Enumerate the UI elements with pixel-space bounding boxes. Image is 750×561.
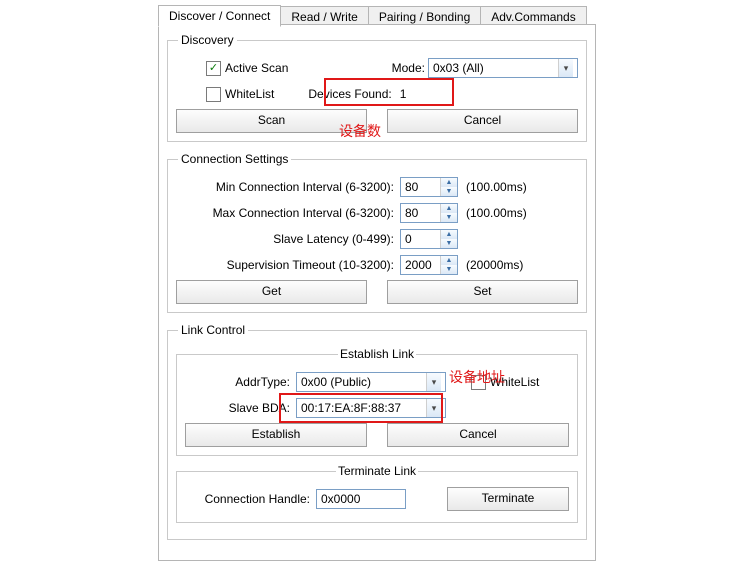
connection-settings-group: Connection Settings Min Connection Inter…: [167, 152, 587, 313]
max-conn-label: Max Connection Interval (6-3200):: [176, 206, 400, 220]
sup-timeout-hint: (20000ms): [466, 258, 523, 272]
terminate-link-legend: Terminate Link: [336, 464, 418, 478]
devices-found-label: Devices Found:: [308, 87, 391, 101]
whitelist-label: WhiteList: [225, 87, 274, 101]
spinner-down-icon[interactable]: ▼: [441, 187, 457, 196]
link-whitelist-label: WhiteList: [490, 375, 539, 389]
max-conn-hint: (100.00ms): [466, 206, 527, 220]
spinner-up-icon[interactable]: ▲: [441, 178, 457, 187]
addr-type-value: 0x00 (Public): [301, 375, 371, 389]
slave-bda-value: 00:17:EA:8F:88:37: [301, 401, 401, 415]
chevron-down-icon: ▾: [558, 59, 573, 77]
chevron-down-icon: ▾: [426, 399, 441, 417]
discovery-legend: Discovery: [178, 33, 237, 47]
connection-settings-legend: Connection Settings: [178, 152, 291, 166]
link-control-legend: Link Control: [178, 323, 248, 337]
tab-discover-connect[interactable]: Discover / Connect: [158, 5, 281, 27]
slave-bda-combo[interactable]: 00:17:EA:8F:88:37 ▾: [296, 398, 446, 418]
min-conn-value: 80: [401, 180, 440, 194]
establish-button[interactable]: Establish: [185, 423, 367, 447]
set-button[interactable]: Set: [387, 280, 578, 304]
slave-latency-label: Slave Latency (0-499):: [176, 232, 400, 246]
slave-bda-label: Slave BDA:: [185, 401, 296, 415]
terminate-link-group: Terminate Link Connection Handle: 0x0000…: [176, 464, 578, 523]
conn-handle-input[interactable]: 0x0000: [316, 489, 406, 509]
link-control-group: Link Control Establish Link AddrType: 0x…: [167, 323, 587, 540]
scan-button[interactable]: Scan: [176, 109, 367, 133]
spinner-down-icon[interactable]: ▼: [441, 265, 457, 274]
spinner-up-icon[interactable]: ▲: [441, 256, 457, 265]
conn-handle-label: Connection Handle:: [185, 492, 316, 506]
mode-combo[interactable]: 0x03 (All) ▾: [428, 58, 578, 78]
addr-type-label: AddrType:: [185, 375, 296, 389]
terminate-button[interactable]: Terminate: [447, 487, 569, 511]
mode-label: Mode:: [392, 61, 425, 75]
chevron-down-icon: ▾: [426, 373, 441, 391]
conn-handle-value: 0x0000: [321, 492, 360, 506]
link-whitelist-checkbox[interactable]: [471, 375, 486, 390]
discovery-cancel-button[interactable]: Cancel: [387, 109, 578, 133]
min-conn-label: Min Connection Interval (6-3200):: [176, 180, 400, 194]
sup-timeout-label: Supervision Timeout (10-3200):: [176, 258, 400, 272]
spinner-down-icon[interactable]: ▼: [441, 213, 457, 222]
establish-link-legend: Establish Link: [338, 347, 416, 361]
min-conn-hint: (100.00ms): [466, 180, 527, 194]
slave-latency-spinner[interactable]: 0 ▲▼: [400, 229, 458, 249]
mode-value: 0x03 (All): [433, 61, 484, 75]
establish-link-group: Establish Link AddrType: 0x00 (Public) ▾…: [176, 347, 578, 456]
whitelist-checkbox[interactable]: [206, 87, 221, 102]
slave-latency-value: 0: [401, 232, 440, 246]
devices-found-value: 1: [400, 87, 407, 101]
spinner-up-icon[interactable]: ▲: [441, 204, 457, 213]
max-conn-value: 80: [401, 206, 440, 220]
spinner-down-icon[interactable]: ▼: [441, 239, 457, 248]
active-scan-label: Active Scan: [225, 61, 288, 75]
sup-timeout-spinner[interactable]: 2000 ▲▼: [400, 255, 458, 275]
tab-panel: Discovery ✓ Active Scan Mode: 0x03 (All)…: [158, 24, 596, 561]
link-cancel-button[interactable]: Cancel: [387, 423, 569, 447]
sup-timeout-value: 2000: [401, 258, 440, 272]
spinner-up-icon[interactable]: ▲: [441, 230, 457, 239]
active-scan-checkbox[interactable]: ✓: [206, 61, 221, 76]
get-button[interactable]: Get: [176, 280, 367, 304]
max-conn-spinner[interactable]: 80 ▲▼: [400, 203, 458, 223]
discovery-group: Discovery ✓ Active Scan Mode: 0x03 (All)…: [167, 33, 587, 142]
addr-type-combo[interactable]: 0x00 (Public) ▾: [296, 372, 446, 392]
min-conn-spinner[interactable]: 80 ▲▼: [400, 177, 458, 197]
